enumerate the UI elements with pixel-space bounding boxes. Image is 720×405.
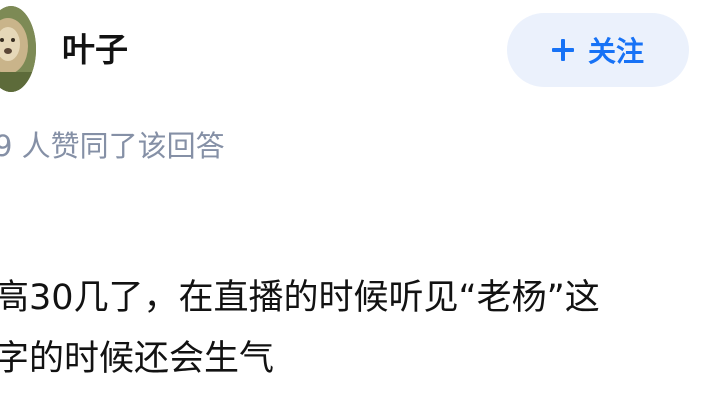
answer-page: 叶子 关注 9 人赞同了该回答 高30几了，在直播的时候听见“老杨”这 字的时候… (0, 0, 720, 405)
follow-button-label: 关注 (587, 35, 644, 68)
like-summary: 9 人赞同了该回答 (0, 129, 225, 163)
avatar[interactable] (0, 6, 36, 92)
plus-icon (551, 39, 574, 61)
lion-avatar-icon (0, 6, 36, 92)
follow-button[interactable]: 关注 (507, 13, 689, 87)
answer-text-line: 字的时候还会生气 (0, 339, 275, 379)
author-name[interactable]: 叶子 (62, 26, 128, 74)
answer-text-line: 高30几了，在直播的时候听见“老杨”这 (0, 278, 600, 318)
